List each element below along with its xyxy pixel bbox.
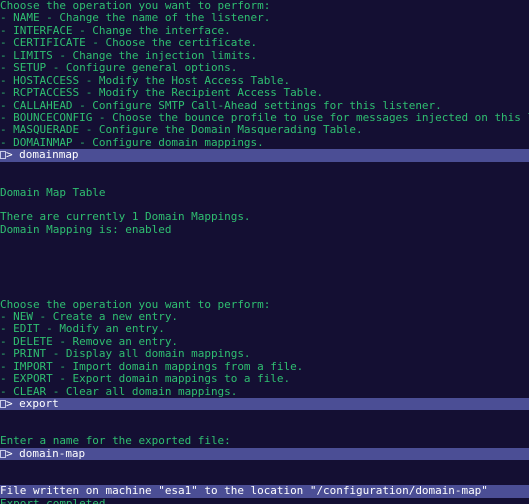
terminal-output-line: - EDIT - Modify an entry. — [0, 322, 165, 336]
terminal-output-line: - CLEAR - Clear all domain mappings. — [0, 384, 238, 398]
terminal-status-line: File written on machine "esa1" to the lo… — [0, 484, 529, 498]
terminal-prompt-line[interactable]: > domain-map — [0, 446, 529, 461]
terminal-output-line: Export completed. — [0, 496, 113, 504]
terminal-output-line: - NAME - Change the name of the listener… — [0, 11, 271, 25]
terminal-prompt-line[interactable]: > domainmap — [0, 148, 529, 162]
terminal-command-text: > domainmap — [6, 148, 79, 162]
terminal-output-line: - RCPTACCESS - Modify the Recipient Acce… — [0, 86, 324, 100]
terminal-output-line: - SETUP - Configure general options. — [0, 61, 238, 75]
terminal-output-line: There are currently 1 Domain Mappings. — [0, 210, 251, 224]
terminal-output-line: - PRINT - Display all domain mappings. — [0, 347, 251, 361]
terminal-output-line: Domain Map Table — [0, 185, 106, 199]
terminal-output-line: - DOMAINMAP - Configure domain mappings. — [0, 135, 264, 149]
terminal-output-line: - MASQUERADE - Configure the Domain Masq… — [0, 123, 363, 137]
terminal-output-line: - CERTIFICATE - Choose the certificate. — [0, 36, 258, 50]
terminal-command-text: > export — [6, 397, 59, 410]
terminal-window[interactable]: Choose the operation you want to perform… — [0, 0, 529, 504]
terminal-output-line: - EXPORT - Export domain mappings to a f… — [0, 372, 291, 386]
terminal-screen[interactable]: Choose the operation you want to perform… — [0, 0, 529, 504]
terminal-prompt-line[interactable]: > export — [0, 397, 529, 411]
terminal-output-line: Domain Mapping is: enabled — [0, 222, 172, 236]
terminal-command-text: > domain-map — [6, 446, 86, 460]
